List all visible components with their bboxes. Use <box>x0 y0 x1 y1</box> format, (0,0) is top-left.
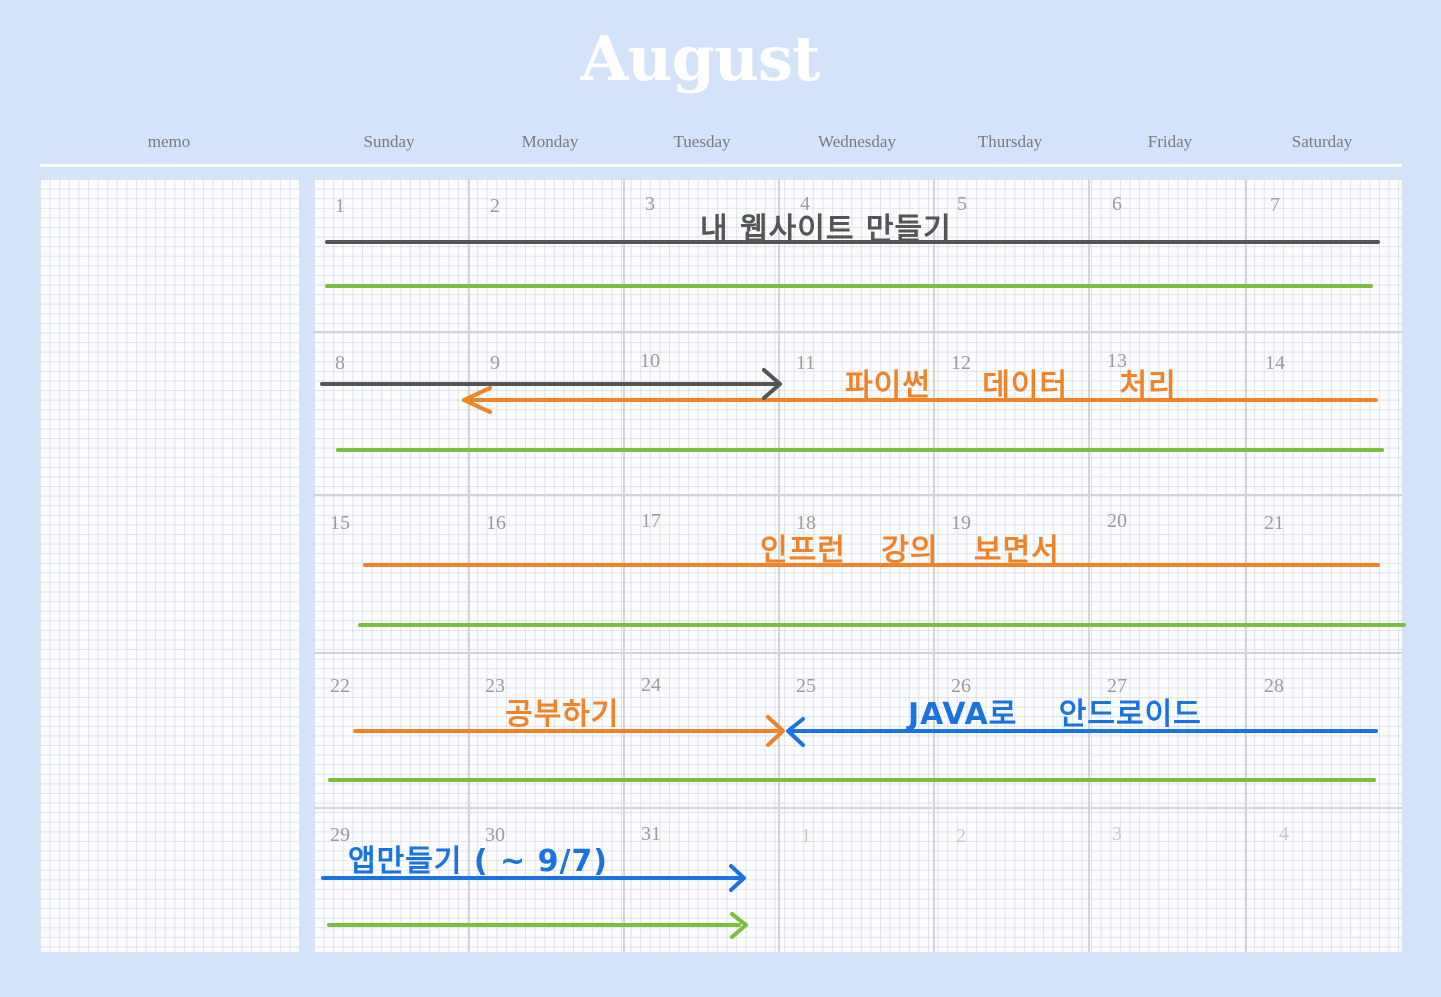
arrowheads <box>462 368 805 939</box>
arrow-right-icon <box>766 715 785 747</box>
arrow-left-icon <box>462 386 492 414</box>
arrow-right-icon <box>729 864 746 892</box>
event-label-java: JAVA로 안드로이드 <box>908 697 1202 732</box>
event-label-inflearn: 인프런 강의 보면서 <box>760 533 1060 568</box>
arrow-right-icon <box>762 368 782 400</box>
event-label-python: 파이썬 데이터 처리 <box>845 368 1177 403</box>
arrow-right-icon <box>730 912 748 939</box>
event-label-app: 앱만들기 ( ~ 9/7) <box>348 844 608 879</box>
event-label-study: 공부하기 <box>505 697 620 732</box>
arrow-left-icon <box>786 717 805 747</box>
event-label-website: 내 웹사이트 만들기 <box>700 212 952 247</box>
